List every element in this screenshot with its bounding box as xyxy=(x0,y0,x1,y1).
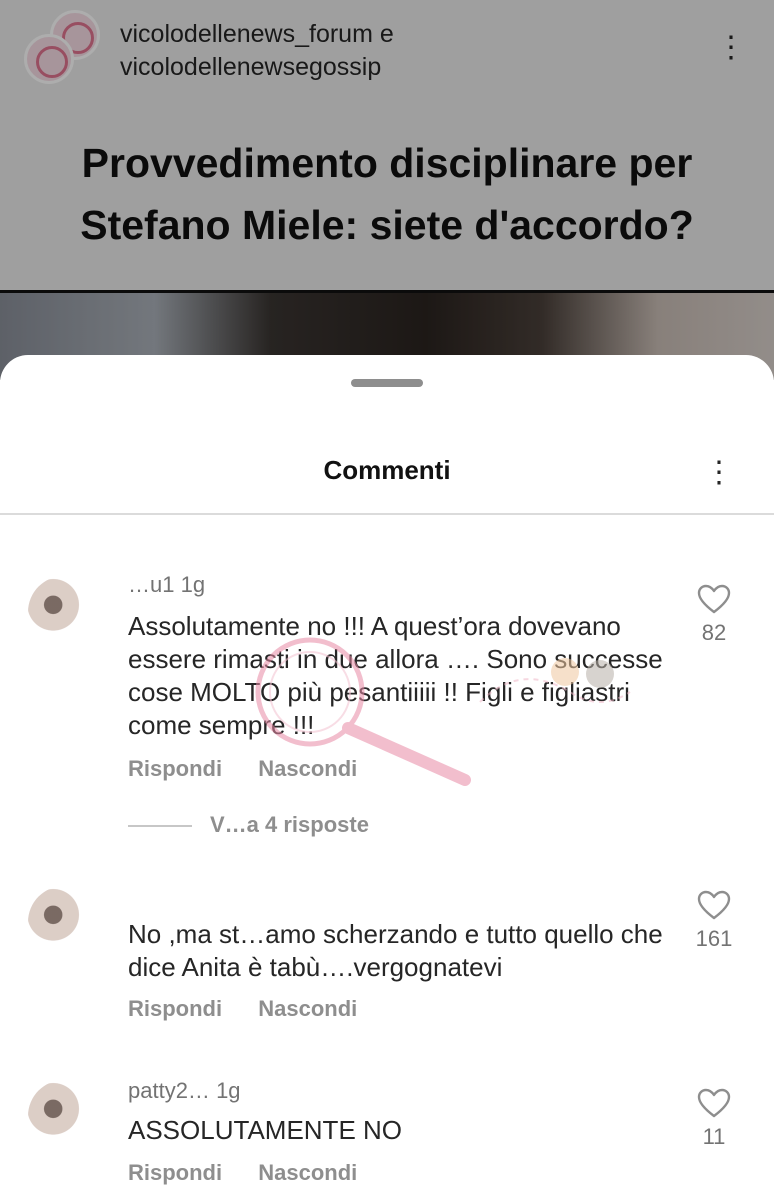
comment-text: No ,ma st…amo scherzando e tutto quello … xyxy=(128,919,663,982)
like-control[interactable]: 161 xyxy=(688,890,740,952)
view-replies-label[interactable]: V…a 4 risposte xyxy=(210,812,369,837)
post-title: Provvedimento disciplinare per Stefano M… xyxy=(0,132,774,256)
account-name-2[interactable]: vicolodellenewsegossip xyxy=(120,51,394,84)
view-replies-button[interactable]: V…a 4 risposte xyxy=(128,812,369,838)
comment-text: ASSOLUTAMENTE NO xyxy=(128,1115,403,1145)
replies-line xyxy=(128,825,192,828)
like-count: 161 xyxy=(695,926,733,951)
hide-button[interactable]: Nascondi xyxy=(258,1160,357,1185)
avatar[interactable] xyxy=(28,886,100,958)
comment-meta: patty2… 1g xyxy=(128,1078,241,1104)
hide-button[interactable]: Nascondi xyxy=(258,756,357,781)
comment-time: 1g xyxy=(180,572,206,597)
sheet-title: Commenti xyxy=(323,455,451,485)
comment-actions: Rispondi Nascondi xyxy=(128,1160,387,1186)
more-vertical-icon[interactable]: ⋮ xyxy=(716,28,746,68)
avatar xyxy=(24,34,74,84)
account-avatars[interactable] xyxy=(24,10,104,90)
comment-actions: Rispondi Nascondi xyxy=(128,756,387,782)
account-names[interactable]: vicolodellenews_forum e vicolodellenewse… xyxy=(120,18,394,84)
like-count: 11 xyxy=(702,1124,726,1149)
heart-icon[interactable] xyxy=(697,584,731,614)
post-title-line-2: Stefano Miele: siete d'accordo? xyxy=(80,202,694,248)
account-name-1[interactable]: vicolodellenews_forum e xyxy=(120,18,394,51)
avatar[interactable] xyxy=(28,1080,100,1152)
comment-username[interactable]: …u1 xyxy=(128,572,174,597)
post-background: vicolodellenews_forum e vicolodellenewse… xyxy=(0,0,774,380)
comment-meta: …u1 1g xyxy=(128,572,205,598)
post-header: vicolodellenews_forum e vicolodellenewse… xyxy=(0,0,774,100)
post-title-line-1: Provvedimento disciplinare per xyxy=(81,140,693,186)
avatar[interactable] xyxy=(28,576,100,648)
comment-actions: Rispondi Nascondi xyxy=(128,996,387,1022)
like-control[interactable]: 11 xyxy=(688,1088,740,1150)
hide-button[interactable]: Nascondi xyxy=(258,996,357,1021)
heart-icon[interactable] xyxy=(697,890,731,920)
more-vertical-icon[interactable]: ⋮ xyxy=(704,453,734,493)
reply-button[interactable]: Rispondi xyxy=(128,1160,222,1185)
comment-username[interactable]: patty2… xyxy=(128,1078,210,1103)
comment-text: Assolutamente no !!! A quest’ora dovevan… xyxy=(128,611,663,740)
comment-time: 1g xyxy=(216,1078,241,1103)
like-count: 82 xyxy=(701,620,727,645)
reply-button[interactable]: Rispondi xyxy=(128,756,222,781)
reply-button[interactable]: Rispondi xyxy=(128,996,222,1021)
like-control[interactable]: 82 xyxy=(688,584,740,646)
divider xyxy=(0,513,774,515)
heart-icon[interactable] xyxy=(697,1088,731,1118)
drag-handle[interactable] xyxy=(351,379,423,387)
